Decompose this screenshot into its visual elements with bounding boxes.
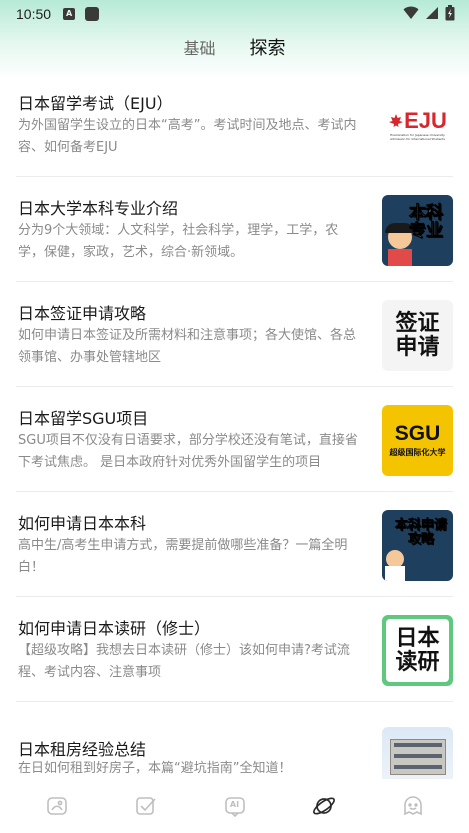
article-desc: 【超级攻略】我想去日本读研（修士）该如何申请?考试流程、考试内容、注意事项 bbox=[18, 643, 350, 680]
notification-square-icon bbox=[85, 7, 100, 21]
nav-ai[interactable]: AI bbox=[213, 784, 257, 828]
article-item-majors[interactable]: 日本大学本科专业介绍 分为9个大领域：人文科学，社会科学，理学，工学，农学，保健… bbox=[16, 177, 453, 282]
apartment-building-photo bbox=[382, 727, 453, 783]
thumb-label: 签证申请 bbox=[395, 311, 440, 360]
nav-explore[interactable] bbox=[302, 784, 346, 828]
nav-home[interactable] bbox=[35, 784, 79, 828]
undergrad-apply-illustration: 本科申请攻略 bbox=[382, 510, 453, 581]
nav-tasks[interactable] bbox=[124, 784, 168, 828]
article-item-sgu[interactable]: 日本留学SGU项目 SGU项目不仅没有日语要求，部分学校还没有笔试，直接省下考试… bbox=[16, 387, 453, 492]
visa-text-image: 签证申请 bbox=[382, 300, 453, 371]
status-bar: 10:50 A bbox=[0, 0, 469, 28]
article-item-visa[interactable]: 日本签证申请攻略 如何申请日本签证及所需材料和注意事项；各大使馆、各总领事馆、办… bbox=[16, 282, 453, 387]
smiley-ghost-icon bbox=[403, 796, 422, 816]
nav-profile[interactable] bbox=[391, 784, 435, 828]
thumb-label: 本科专业 bbox=[409, 203, 444, 241]
battery-icon bbox=[445, 5, 455, 21]
article-desc: 在日如何租到好房子，本篇“避坑指南”全知道！ bbox=[18, 761, 292, 776]
planet-icon bbox=[312, 797, 335, 815]
maple-leaf-icon bbox=[389, 113, 404, 127]
article-list: 日本留学考试（EJU） 为外国留学生设立的日本“高考”。考试时间及地点、考试内容… bbox=[0, 72, 469, 807]
article-title: 如何申请日本本科 bbox=[18, 514, 147, 533]
ai-icon-label: AI bbox=[229, 800, 240, 809]
undergrad-major-illustration: 本科专业 bbox=[382, 195, 453, 266]
article-desc: SGU项目不仅没有日语要求，部分学校还没有笔试，直接省下考试焦虑。 是日本政府针… bbox=[18, 433, 358, 470]
sgu-logo-text: SGU bbox=[394, 421, 441, 445]
top-tabs: 基础 探索 bbox=[0, 30, 469, 64]
tab-basics[interactable]: 基础 bbox=[183, 35, 215, 59]
article-title: 日本大学本科专业介绍 bbox=[18, 199, 179, 218]
grad-school-text-image: 日本读研 bbox=[382, 615, 453, 686]
article-item-eju[interactable]: 日本留学考试（EJU） 为外国留学生设立的日本“高考”。考试时间及地点、考试内容… bbox=[16, 72, 453, 177]
sgu-logo-subtitle: 超级国际化大学 bbox=[389, 448, 446, 458]
bottom-nav: AI bbox=[0, 779, 469, 833]
article-title: 日本租房经验总结 bbox=[18, 740, 147, 759]
eju-logo-text: EJU bbox=[404, 108, 447, 134]
image-card-icon bbox=[46, 797, 67, 815]
article-item-grad-school[interactable]: 如何申请日本读研（修士） 【超级攻略】我想去日本读研（修士）该如何申请?考试流程… bbox=[16, 597, 453, 702]
article-title: 日本留学SGU项目 bbox=[18, 409, 149, 428]
status-indicators bbox=[403, 5, 455, 21]
article-title: 日本留学考试（EJU） bbox=[18, 94, 173, 113]
article-desc: 为外国留学生设立的日本“高考”。考试时间及地点、考试内容、如何备考EJU bbox=[18, 118, 357, 155]
article-desc: 分为9个大领域：人文科学，社会科学，理学，工学，农学，保健，家政，艺术，综合·新… bbox=[18, 223, 339, 260]
tab-explore[interactable]: 探索 bbox=[250, 34, 288, 61]
thumb-label: 日本读研 bbox=[395, 626, 440, 675]
checkbox-icon bbox=[135, 797, 156, 815]
eju-logo: EJU Examination for Japanese University … bbox=[382, 90, 453, 161]
article-desc: 如何申请日本签证及所需材料和注意事项；各大使馆、各总领事馆、办事处管辖地区 bbox=[18, 328, 357, 365]
eju-logo-subtitle: Examination for Japanese University Admi… bbox=[390, 133, 445, 142]
article-title: 日本签证申请攻略 bbox=[18, 304, 147, 323]
article-title: 如何申请日本读研（修士） bbox=[18, 619, 211, 638]
article-item-undergrad-apply[interactable]: 如何申请日本本科 高中生/高考生申请方式，需要提前做哪些准备？一篇全明白！ 本科… bbox=[16, 492, 453, 597]
signal-icon bbox=[426, 7, 438, 19]
article-desc: 高中生/高考生申请方式，需要提前做哪些准备？一篇全明白！ bbox=[18, 538, 348, 575]
status-time: 10:50 bbox=[16, 6, 52, 22]
wifi-icon bbox=[403, 6, 419, 19]
sgu-logo: SGU 超级国际化大学 bbox=[382, 405, 453, 476]
notification-a-icon: A bbox=[63, 8, 76, 20]
thumb-label: 本科申请攻略 bbox=[394, 518, 448, 547]
